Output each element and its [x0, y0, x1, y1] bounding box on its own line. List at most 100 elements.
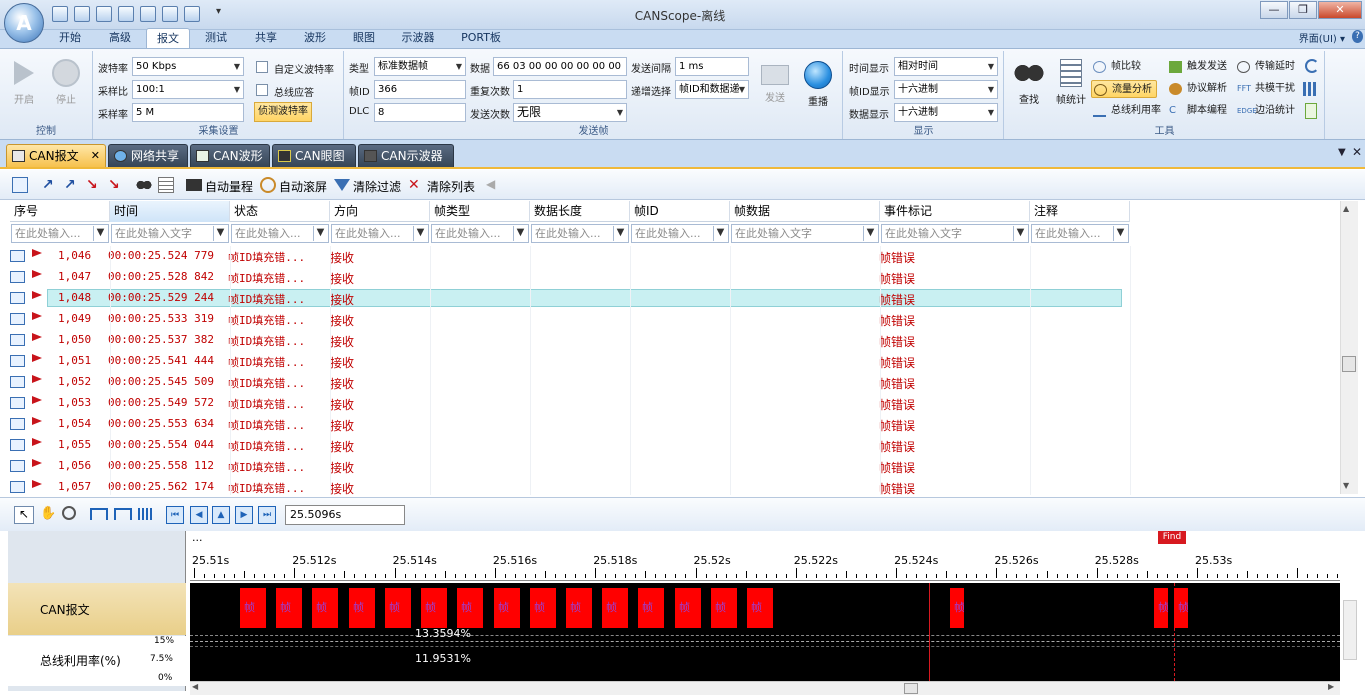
next-icon[interactable]: ▶	[235, 506, 253, 524]
script-button[interactable]: C 脚本编程	[1167, 102, 1237, 120]
bus-ack-checkbox[interactable]	[256, 84, 268, 96]
dlc-input[interactable]: 8	[374, 103, 466, 122]
tab-can-waveform[interactable]: CAN波形	[190, 144, 270, 167]
tab-start[interactable]: 开始	[52, 28, 88, 48]
frame-id-input[interactable]: 366	[374, 80, 466, 99]
can-frame[interactable]: 帧I...	[276, 588, 302, 628]
send-selected-icon[interactable]: ↗	[64, 177, 80, 193]
filter-icon[interactable]: ▼	[93, 226, 107, 241]
can-frame[interactable]: 帧I...	[1174, 588, 1188, 628]
start-button[interactable]: 开启	[6, 59, 42, 106]
pointer-tool-icon[interactable]: ↖	[14, 506, 34, 524]
stop-button[interactable]: 停止	[48, 59, 84, 106]
prev-icon[interactable]: ◀	[190, 506, 208, 524]
auto-range-button[interactable]: 自动量程	[205, 178, 253, 195]
hand-tool-icon[interactable]: ✋	[40, 506, 56, 521]
can-frame[interactable]: 帧I...	[457, 588, 483, 628]
filter-icon[interactable]: ▼	[413, 226, 427, 241]
clear-filter-button[interactable]: 清除过滤	[353, 178, 401, 195]
clear-list-button[interactable]: 清除列表	[427, 178, 475, 195]
maximize-button[interactable]: ❐	[1289, 1, 1317, 19]
filter-event[interactable]: 在此处输入文字 ▼	[881, 224, 1029, 243]
can-frame[interactable]: 帧I...	[602, 588, 628, 628]
time-ruler[interactable]: ... Find 25.51s 25.512s 25.514s 25.516s 25.5…	[190, 531, 1340, 581]
table-row[interactable]: 1,046 00:00:25.524 779 帧ID填充错... 接收 帧错误	[0, 246, 1340, 267]
time-display-select[interactable]: 相对时间 ▼	[894, 57, 998, 76]
speaker-icon[interactable]: ◀	[486, 177, 502, 193]
interval-input[interactable]: 1 ms	[675, 57, 749, 76]
send-frame-icon[interactable]: ↗	[42, 177, 58, 193]
table-row[interactable]: 1,056 00:00:25.558 112 帧ID填充错... 接收 帧错误	[0, 456, 1340, 477]
table-row[interactable]: 1,047 00:00:25.528 842 帧ID填充错... 接收 帧错误	[0, 267, 1340, 288]
open-icon[interactable]	[52, 6, 68, 22]
minimize-button[interactable]: —	[1260, 1, 1288, 19]
frame-stats-button[interactable]: 帧统计	[1051, 59, 1091, 106]
tab-can-message[interactable]: CAN报文 ✕	[6, 144, 106, 167]
filter-data-length[interactable]: 在此处输入... ▼	[531, 224, 629, 243]
replay-button[interactable]: 重播	[800, 61, 836, 108]
tab-eye[interactable]: 眼图	[346, 28, 382, 48]
save-as-icon[interactable]	[96, 6, 112, 22]
zoom-tool-icon[interactable]	[62, 506, 76, 520]
type-select[interactable]: 标准数据帧 ▼	[374, 57, 466, 76]
can-frame[interactable]: 帧I...	[747, 588, 773, 628]
table-row[interactable]: 1,052 00:00:25.545 509 帧ID填充错... 接收 帧错误	[0, 372, 1340, 393]
scroll-left-icon[interactable]: ◀	[192, 682, 198, 691]
table-row[interactable]: 1,054 00:00:25.553 634 帧ID填充错... 接收 帧错误	[0, 414, 1340, 435]
col-frame-type[interactable]: 帧类型	[430, 201, 530, 222]
last-icon[interactable]: ⏭	[258, 506, 276, 524]
stop-all-icon[interactable]: ↘	[108, 177, 124, 193]
filter-icon[interactable]: ▼	[1113, 226, 1127, 241]
close-button[interactable]: ✕	[1318, 1, 1362, 19]
common-mode-button[interactable]: FFT 共模干扰	[1235, 80, 1311, 98]
close-panel-icon[interactable]: ✕	[1352, 145, 1362, 159]
tab-message[interactable]: 报文	[146, 28, 190, 49]
tab-waveform[interactable]: 波形	[297, 28, 333, 48]
grid-icon[interactable]	[140, 6, 156, 22]
signal-icon[interactable]	[1303, 82, 1319, 96]
auto-scroll-button[interactable]: 自动滚屏	[279, 178, 327, 195]
pulse-fall-icon[interactable]	[114, 508, 132, 520]
filter-icon[interactable]: ▼	[713, 226, 727, 241]
table-row[interactable]: 1,049 00:00:25.533 319 帧ID填充错... 接收 帧错误	[0, 309, 1340, 330]
channel-bus-util[interactable]: 总线利用率(%) 15% 7.5% 0%	[8, 636, 186, 686]
col-time[interactable]: 时间	[110, 201, 230, 222]
filter-direction[interactable]: 在此处输入... ▼	[331, 224, 429, 243]
filter-frame-data[interactable]: 在此处输入文字 ▼	[731, 224, 879, 243]
tab-test[interactable]: 测试	[198, 28, 234, 48]
bits-icon[interactable]	[138, 508, 154, 520]
channel-can-message[interactable]: CAN报文	[8, 583, 186, 635]
rate-input[interactable]: 5 M	[132, 103, 244, 122]
filter-icon[interactable]: ▼	[863, 226, 877, 241]
monitor-icon[interactable]	[186, 179, 202, 191]
close-icon[interactable]: ✕	[91, 145, 100, 167]
baud-select[interactable]: 50 Kbps ▼	[132, 57, 244, 76]
bus-util-button[interactable]: 总线利用率	[1091, 102, 1169, 120]
scroll-up-icon[interactable]: ▲	[1343, 204, 1349, 213]
tab-scope[interactable]: 示波器	[396, 28, 440, 48]
data-display-select[interactable]: 十六进制 ▼	[894, 103, 998, 122]
detect-baud-button[interactable]: 侦测波特率	[254, 102, 312, 122]
waveform-hscroll[interactable]: ◀ ▶	[190, 681, 1340, 695]
tab-port[interactable]: PORT板	[456, 28, 506, 48]
table-row[interactable]: 1,048 00:00:25.529 244 帧ID填充错... 接收 帧错误	[0, 288, 1340, 309]
tab-network-share[interactable]: 网络共享	[108, 144, 188, 167]
save-icon[interactable]	[74, 6, 90, 22]
delay-button[interactable]: 传输延时	[1235, 58, 1311, 76]
tab-list-chevron-icon[interactable]: ▼	[1338, 147, 1346, 158]
filter-comment[interactable]: 在此处输入... ▼	[1031, 224, 1129, 243]
table-row[interactable]: 1,053 00:00:25.549 572 帧ID填充错... 接收 帧错误	[0, 393, 1340, 414]
export-icon[interactable]	[1305, 103, 1317, 119]
col-frame-data[interactable]: 帧数据	[730, 201, 880, 222]
find-marker[interactable]: Find	[1158, 531, 1186, 544]
quick-access-dropdown-icon[interactable]: ▾	[216, 6, 221, 17]
send-button[interactable]: 发送	[757, 61, 793, 104]
can-frame[interactable]: 帧I...	[240, 588, 266, 628]
hscroll-thumb[interactable]	[904, 683, 918, 694]
filter-icon[interactable]: ▼	[313, 226, 327, 241]
copy-icon[interactable]	[12, 177, 28, 193]
col-status[interactable]: 状态	[230, 201, 330, 222]
table-row[interactable]: 1,057 00:00:25.562 174 帧ID填充错... 接收 帧错误	[0, 477, 1340, 495]
col-event[interactable]: 事件标记	[880, 201, 1030, 222]
scroll-thumb[interactable]	[1342, 356, 1356, 372]
